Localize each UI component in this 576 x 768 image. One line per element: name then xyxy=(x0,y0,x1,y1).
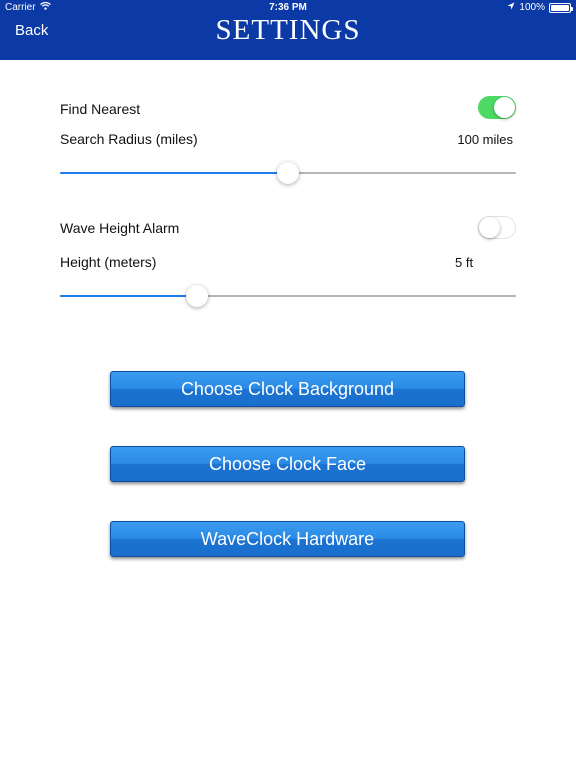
find-nearest-toggle[interactable] xyxy=(478,96,516,119)
battery-percent: 100% xyxy=(519,2,545,13)
choose-clock-face-button[interactable]: Choose Clock Face xyxy=(110,446,465,482)
find-nearest-label: Find Nearest xyxy=(60,101,141,117)
status-right: 100% xyxy=(507,2,573,13)
height-label: Height (meters) xyxy=(60,254,157,270)
height-slider[interactable] xyxy=(60,284,516,308)
location-arrow-icon xyxy=(507,2,515,13)
settings-screen: Carrier 7:36 PM 100% Back SETTINGS Find … xyxy=(0,0,576,768)
nav-header: Carrier 7:36 PM 100% Back SETTINGS xyxy=(0,0,576,60)
search-radius-value: 100 miles xyxy=(457,132,513,147)
slider-thumb[interactable] xyxy=(185,285,208,307)
status-time: 7:36 PM xyxy=(269,2,307,13)
toggle-knob xyxy=(494,97,515,118)
wave-height-alarm-label: Wave Height Alarm xyxy=(60,220,180,236)
slider-track-fill xyxy=(60,295,197,297)
choose-clock-background-button[interactable]: Choose Clock Background xyxy=(110,371,465,407)
waveclock-hardware-button[interactable]: WaveClock Hardware xyxy=(110,521,465,557)
height-value: 5 ft xyxy=(455,255,474,270)
wave-height-alarm-toggle[interactable] xyxy=(478,216,516,239)
battery-fill xyxy=(551,4,569,11)
search-radius-slider[interactable] xyxy=(60,161,516,185)
search-radius-label: Search Radius (miles) xyxy=(60,131,198,147)
page-title: SETTINGS xyxy=(215,14,361,46)
slider-track-fill xyxy=(60,172,288,174)
toggle-knob xyxy=(479,217,500,238)
battery-icon xyxy=(549,2,573,13)
slider-thumb[interactable] xyxy=(277,162,299,184)
